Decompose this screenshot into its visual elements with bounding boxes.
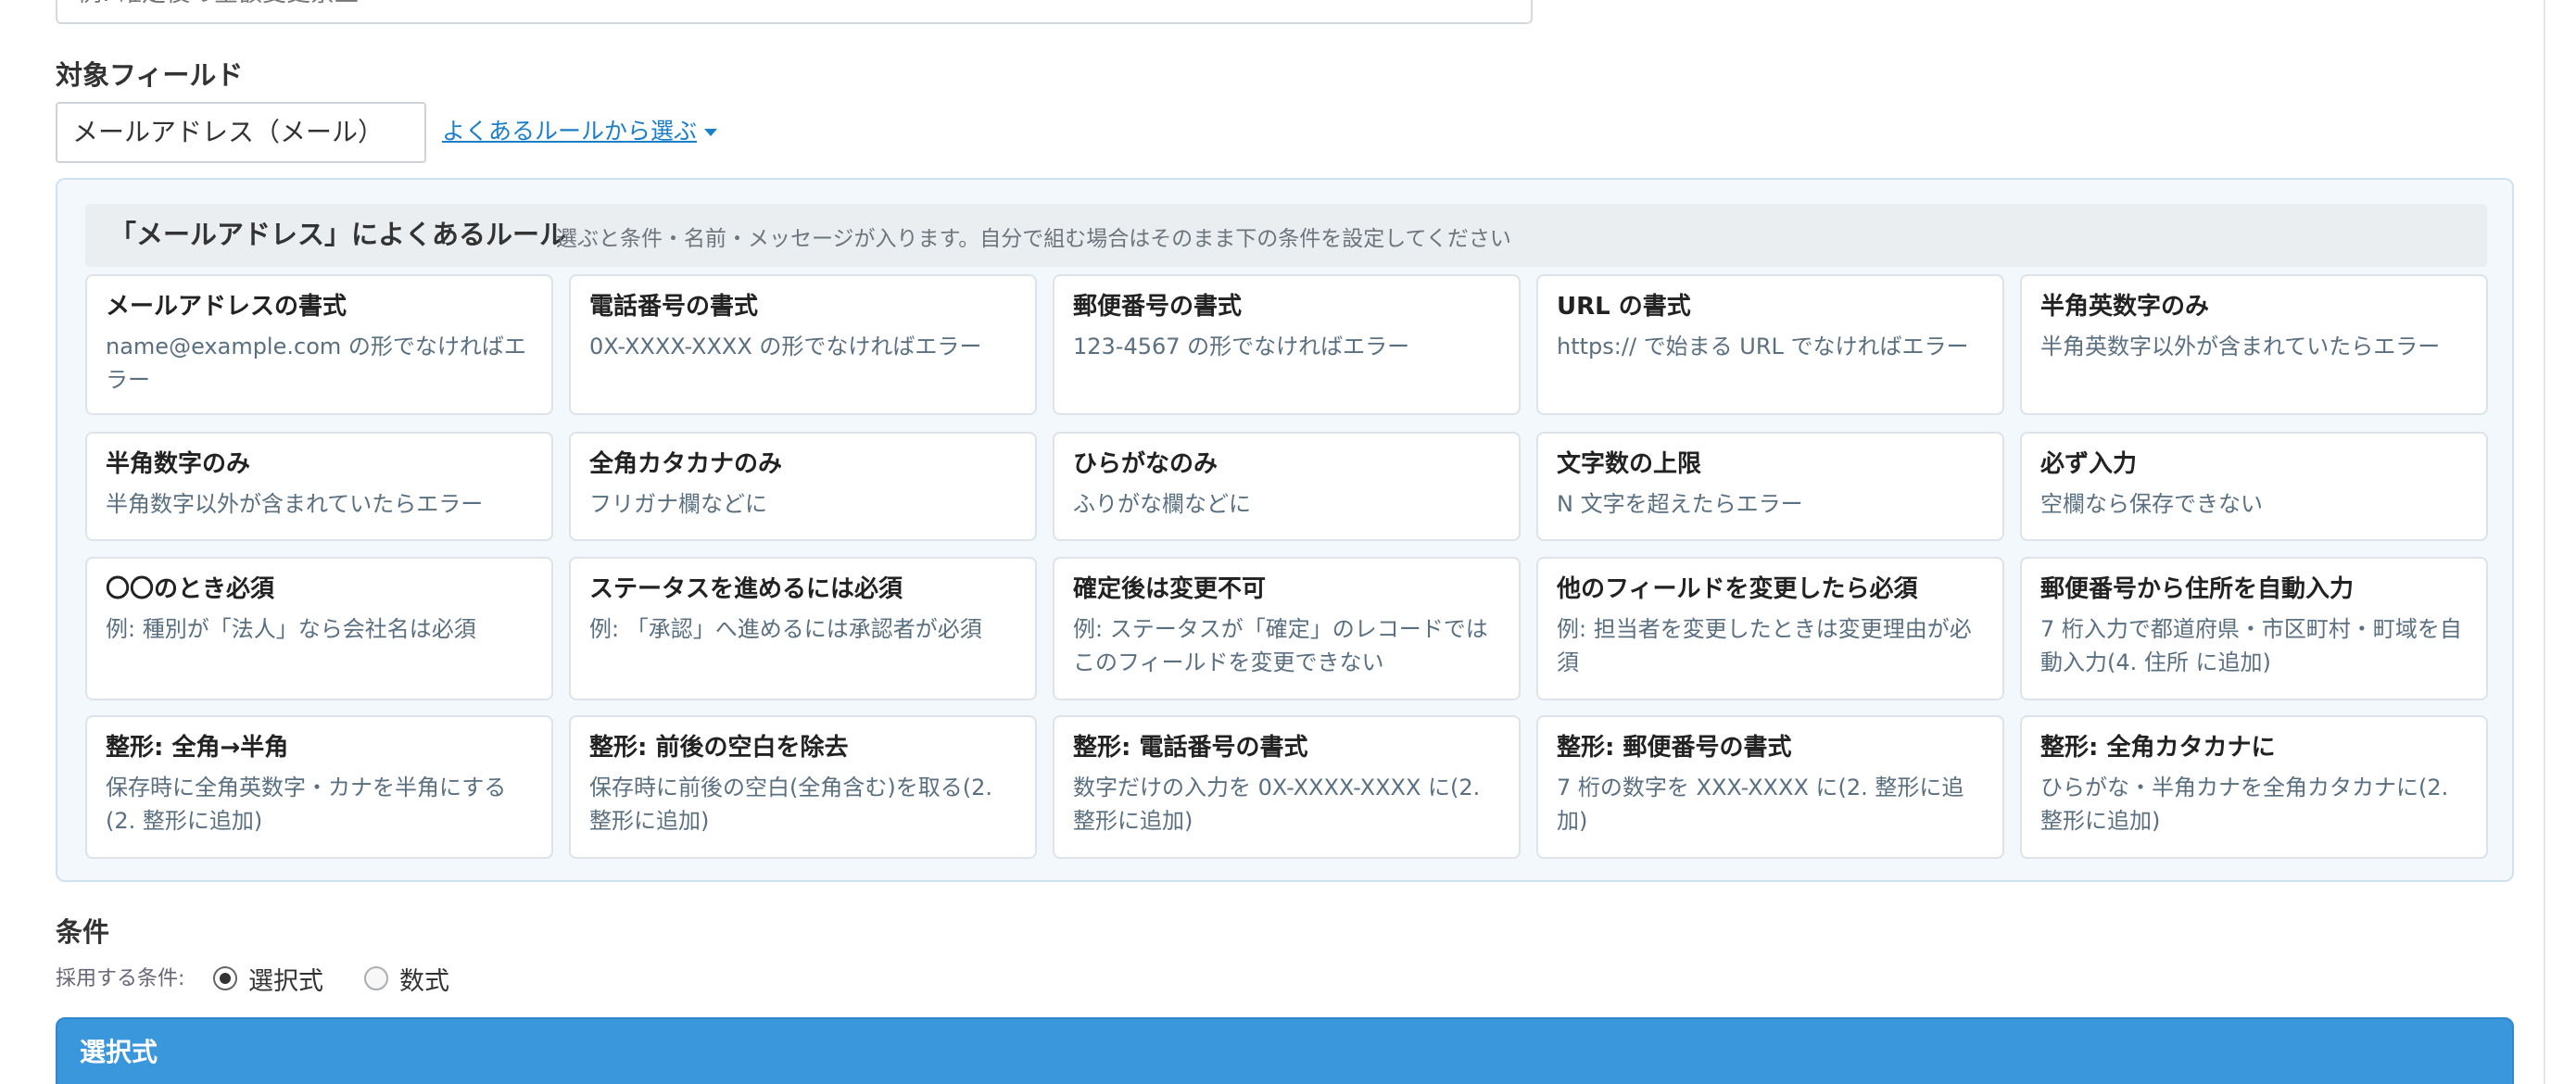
rule-card-title: 〇〇のとき必須 bbox=[106, 575, 275, 603]
selection-panel-header: 選択式 bbox=[56, 1017, 2514, 1084]
rule-card-description: N 文字を超えたらエラー bbox=[1557, 491, 1803, 517]
rule-name-input[interactable]: 例: 確定後の金額変更禁止 bbox=[56, 0, 1533, 24]
rule-card-description: ふりがな欄などに bbox=[1073, 491, 1251, 517]
rule-card-description: 例: 担当者を変更したときは変更理由が必須 bbox=[1557, 616, 1972, 675]
rule-card[interactable]: ひらがなのみふりがな欄などに bbox=[1053, 432, 1521, 541]
target-field-select[interactable]: メールアドレス（メール） bbox=[56, 102, 426, 163]
rule-card[interactable]: 電話番号の書式 0X-XXXX-XXXX の形でなければエラー bbox=[569, 274, 1037, 415]
rule-card-description: 0X-XXXX-XXXX の形でなければエラー bbox=[589, 334, 982, 359]
rule-card[interactable]: 半角英数字のみ半角英数字以外が含まれていたらエラー bbox=[2020, 274, 2488, 415]
rules-panel-subtitle: 選ぶと条件・名前・メッセージが入ります。自分で組む場合はそのまま下の条件を設定し… bbox=[556, 227, 1511, 251]
rule-card-title: 郵便番号の書式 bbox=[1073, 293, 1243, 321]
rule-card-title: 整形: 前後の空白を除去 bbox=[589, 734, 849, 762]
rule-card[interactable]: 〇〇のとき必須例: 種別が「法人」なら会社名は必須 bbox=[85, 557, 553, 700]
radio-option-select[interactable]: 選択式 bbox=[213, 960, 323, 997]
right-edge-divider bbox=[2544, 0, 2545, 1084]
rule-card[interactable]: 半角数字のみ半角数字以外が含まれていたらエラー bbox=[85, 432, 553, 541]
condition-label: 条件 bbox=[56, 916, 110, 948]
rule-card-title: ひらがなのみ bbox=[1073, 450, 1219, 478]
rule-card-description: https:// で始まる URL でなければエラー bbox=[1557, 334, 1969, 359]
rule-card-title: 半角数字のみ bbox=[106, 450, 251, 478]
radio-option-select-label: 選択式 bbox=[248, 966, 323, 996]
rule-card[interactable]: 全角カタカナのみ フリガナ欄などに bbox=[569, 432, 1037, 541]
rule-card-title: ステータスを進めるには必須 bbox=[589, 575, 903, 603]
rule-card[interactable]: 整形: 電話番号の書式数字だけの入力を 0X-XXXX-XXXX に(2. 整形… bbox=[1053, 715, 1521, 859]
rule-card-description: 保存時に前後の空白(全角含む)を取る(2. 整形に追加) bbox=[589, 775, 992, 834]
rule-card-description: 例: 種別が「法人」なら会社名は必須 bbox=[106, 616, 476, 642]
rule-card-title: 電話番号の書式 bbox=[589, 293, 759, 321]
rule-card[interactable]: 郵便番号の書式 123-4567 の形でなければエラー bbox=[1053, 274, 1521, 415]
rules-panel-title: 「メールアドレス」によくあるルール bbox=[109, 219, 567, 250]
rule-card-title: 郵便番号から住所を自動入力 bbox=[2040, 575, 2355, 603]
radio-selected-icon bbox=[213, 966, 237, 990]
rule-card-description: 7 桁入力で都道府県・市区町村・町域を自動入力(4. 住所 に追加) bbox=[2040, 616, 2462, 675]
rule-card-description: 空欄なら保存できない bbox=[2040, 491, 2263, 517]
rule-card-description: 123-4567 の形でなければエラー bbox=[1073, 334, 1410, 359]
radio-unselected-icon bbox=[364, 966, 388, 990]
common-rules-dropdown-link[interactable]: よくあるルールから選ぶ bbox=[442, 118, 718, 145]
rule-card[interactable]: 整形: 全角カタカナにひらがな・半角カナを全角カタカナに(2. 整形に追加) bbox=[2020, 715, 2488, 859]
rule-card[interactable]: メールアドレスの書式 name@example.com の形でなければエラー bbox=[85, 274, 553, 415]
rule-card[interactable]: 整形: 郵便番号の書式 7 桁の数字を XXX-XXXX に(2. 整形に追加) bbox=[1536, 715, 2004, 859]
rule-card[interactable]: 整形: 全角→半角保存時に全角英数字・カナを半角にする(2. 整形に追加) bbox=[85, 715, 553, 859]
condition-mode-label: 採用する条件: bbox=[56, 967, 185, 990]
rule-card-title: メールアドレスの書式 bbox=[106, 293, 347, 321]
rule-card[interactable]: 整形: 前後の空白を除去保存時に前後の空白(全角含む)を取る(2. 整形に追加) bbox=[569, 715, 1037, 859]
rule-card[interactable]: 必ず入力空欄なら保存できない bbox=[2020, 432, 2488, 541]
rule-card-description: ひらがな・半角カナを全角カタカナに(2. 整形に追加) bbox=[2040, 775, 2449, 834]
rule-card-title: 確定後は変更不可 bbox=[1073, 575, 1267, 603]
caret-down-icon bbox=[704, 129, 718, 136]
rule-card-title: 文字数の上限 bbox=[1557, 450, 1702, 478]
rule-card-title: 整形: 全角→半角 bbox=[106, 734, 289, 762]
rule-card-title: 整形: 全角カタカナに bbox=[2040, 734, 2276, 762]
rule-card-title: 整形: 電話番号の書式 bbox=[1073, 734, 1308, 762]
rule-card[interactable]: 他のフィールドを変更したら必須例: 担当者を変更したときは変更理由が必須 bbox=[1536, 557, 2004, 700]
rule-card-description: 7 桁の数字を XXX-XXXX に(2. 整形に追加) bbox=[1557, 775, 1964, 834]
rule-card-description: 例: ステータスが「確定」のレコードではこのフィールドを変更できない bbox=[1073, 616, 1488, 675]
rule-card[interactable]: ステータスを進めるには必須例: 「承認」へ進めるには承認者が必須 bbox=[569, 557, 1037, 700]
common-rules-panel: 「メールアドレス」によくあるルール 選ぶと条件・名前・メッセージが入ります。自分… bbox=[56, 178, 2514, 882]
rule-card-description: 数字だけの入力を 0X-XXXX-XXXX に(2. 整形に追加) bbox=[1073, 775, 1481, 834]
rule-card[interactable]: 確定後は変更不可例: ステータスが「確定」のレコードではこのフィールドを変更でき… bbox=[1053, 557, 1521, 700]
rule-card-description: 例: 「承認」へ進めるには承認者が必須 bbox=[589, 616, 982, 642]
rule-card-description: 半角数字以外が含まれていたらエラー bbox=[106, 491, 484, 517]
common-rules-link-label: よくあるルールから選ぶ bbox=[442, 118, 698, 145]
rule-card-title: 他のフィールドを変更したら必須 bbox=[1557, 575, 1918, 603]
rules-panel-header: 「メールアドレス」によくあるルール 選ぶと条件・名前・メッセージが入ります。自分… bbox=[85, 204, 2487, 267]
rule-card-description: name@example.com の形でなければエラー bbox=[106, 334, 526, 393]
rule-card-description: 半角英数字以外が含まれていたらエラー bbox=[2040, 334, 2441, 359]
rule-card[interactable]: 郵便番号から住所を自動入力 7 桁入力で都道府県・市区町村・町域を自動入力(4. … bbox=[2020, 557, 2488, 700]
rule-card-description: フリガナ欄などに bbox=[589, 491, 767, 517]
rule-card-title: URL の書式 bbox=[1557, 293, 1691, 321]
target-field-label: 対象フィールド bbox=[56, 59, 244, 91]
radio-option-formula-label: 数式 bbox=[399, 966, 449, 996]
rule-card-title: 整形: 郵便番号の書式 bbox=[1557, 734, 1792, 762]
selection-panel-title: 選択式 bbox=[80, 1037, 158, 1067]
rule-card[interactable]: URL の書式 https:// で始まる URL でなければエラー bbox=[1536, 274, 2004, 415]
rule-card-title: 半角英数字のみ bbox=[2040, 293, 2210, 321]
rule-card-title: 必ず入力 bbox=[2040, 450, 2138, 478]
rule-card-description: 保存時に全角英数字・カナを半角にする(2. 整形に追加) bbox=[106, 775, 507, 834]
rule-card-title: 全角カタカナのみ bbox=[589, 450, 783, 478]
rule-card[interactable]: 文字数の上限 N 文字を超えたらエラー bbox=[1536, 432, 2004, 541]
radio-option-formula[interactable]: 数式 bbox=[364, 960, 449, 997]
